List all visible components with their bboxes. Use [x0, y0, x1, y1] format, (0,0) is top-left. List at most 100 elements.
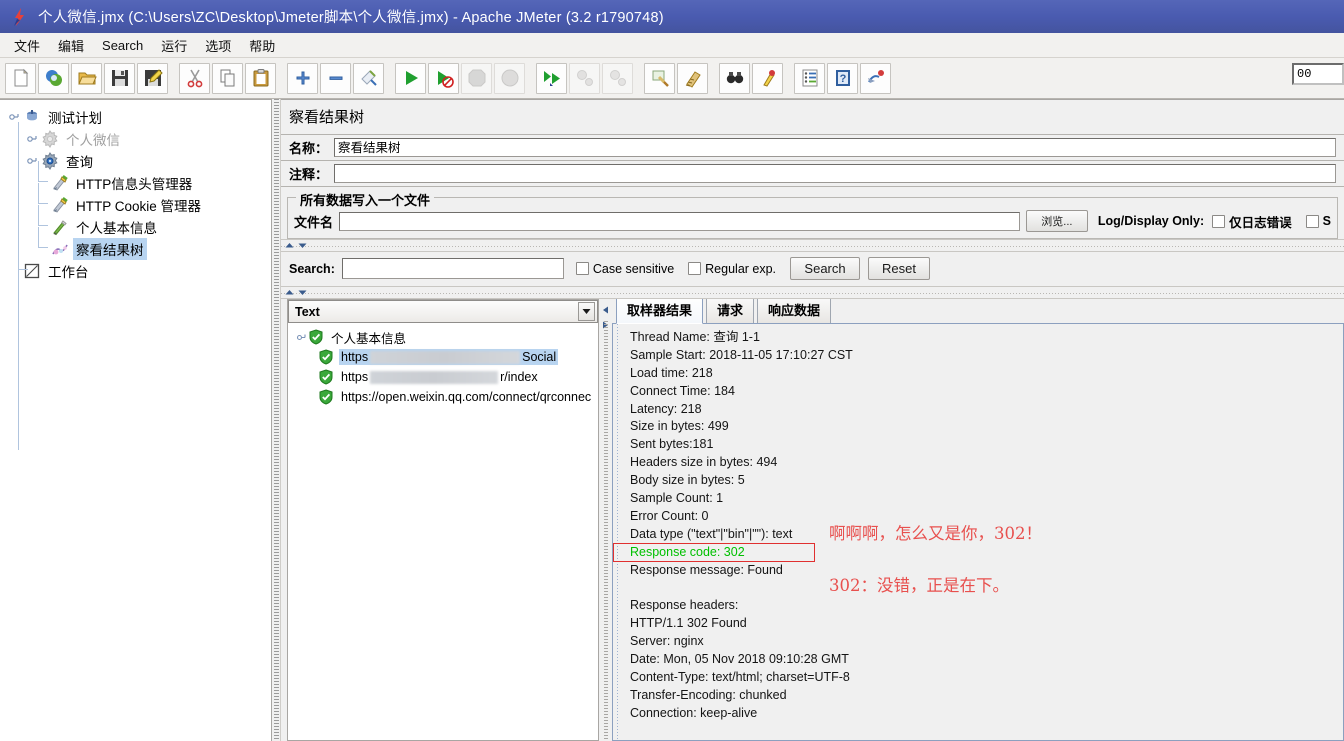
clear-all-icon[interactable]: [677, 62, 708, 94]
test-plan-tree-panel[interactable]: 测试计划 个人微信 查询 HTTP信息头管理器 HTTP Cookie 管理器 …: [0, 99, 272, 741]
result-node-label-suffix: r/index: [500, 370, 538, 384]
splitter-collapse-left-icon[interactable]: [601, 303, 610, 317]
error-counter-field[interactable]: 00: [1292, 63, 1344, 85]
tree-node-workbench[interactable]: 工作台: [6, 249, 271, 282]
browse-button[interactable]: 浏览...: [1025, 210, 1088, 232]
help-icon[interactable]: ?: [827, 62, 858, 94]
remote-start-all-icon[interactable]: [536, 62, 567, 94]
save-as-icon[interactable]: [137, 62, 168, 94]
search-input[interactable]: [341, 258, 564, 279]
search-reset-icon[interactable]: [752, 62, 783, 94]
errors-only-checkbox[interactable]: 仅日志错误: [1212, 212, 1292, 231]
collapse-toggle-row-1[interactable]: [281, 239, 1344, 252]
test-plan-icon: [22, 107, 42, 127]
menu-file[interactable]: 文件: [5, 33, 49, 58]
save-icon[interactable]: [104, 62, 135, 94]
sampler-line: Content-Type: text/html; charset=UTF-8: [630, 669, 850, 684]
regular-exp-checkbox[interactable]: Regular exp.: [688, 262, 776, 276]
menu-search[interactable]: Search: [93, 35, 152, 56]
menu-edit[interactable]: 编辑: [49, 33, 93, 58]
success-shield-icon: [318, 348, 335, 366]
expand-all-icon[interactable]: [287, 62, 318, 94]
start-no-pause-icon[interactable]: [428, 62, 459, 94]
remote-shutdown-all-icon[interactable]: [602, 62, 633, 94]
http-sampler-icon: [50, 217, 70, 237]
renderer-combobox[interactable]: Text: [288, 300, 598, 323]
chevron-up-icon[interactable]: [284, 286, 295, 300]
results-tree-list[interactable]: 个人基本信息 https Social https r/index https:…: [288, 323, 598, 740]
undo-icon[interactable]: [860, 62, 891, 94]
checkbox-box-icon[interactable]: [688, 262, 702, 275]
checkbox-box-icon[interactable]: [1212, 214, 1226, 228]
collapse-handle-icon[interactable]: [294, 332, 308, 343]
clear-icon[interactable]: [644, 62, 675, 94]
results-tree-pane[interactable]: Text 个人基本信息 https Social https r/index h…: [287, 299, 599, 741]
copy-icon[interactable]: [212, 62, 243, 94]
tree-label: 工作台: [48, 265, 89, 280]
tree-node-thread-group-disabled[interactable]: 个人微信: [6, 122, 271, 450]
start-icon[interactable]: [395, 62, 426, 94]
open-icon[interactable]: [71, 62, 102, 94]
collapse-all-icon[interactable]: [320, 62, 351, 94]
function-helper-icon[interactable]: [794, 62, 825, 94]
paste-icon[interactable]: [245, 62, 276, 94]
expand-handle-icon[interactable]: [6, 106, 22, 128]
tree-label: HTTP信息头管理器: [76, 177, 193, 192]
name-input[interactable]: 察看结果树: [334, 138, 1336, 157]
results-splitter[interactable]: [599, 299, 612, 741]
vertical-splitter[interactable]: [272, 99, 281, 741]
checkbox-box-icon[interactable]: [1305, 214, 1319, 228]
sampler-line: Server: nginx: [630, 634, 704, 649]
menu-help[interactable]: 帮助: [240, 33, 284, 58]
success-shield-icon: [318, 388, 335, 406]
chevron-down-icon[interactable]: [297, 286, 308, 300]
errors-only-label: 仅日志错误: [1229, 215, 1292, 230]
stop-icon[interactable]: [461, 62, 492, 94]
menu-run[interactable]: 运行: [152, 33, 196, 58]
filename-input[interactable]: [339, 211, 1020, 231]
comment-input[interactable]: [334, 164, 1336, 183]
tree-label: 察看结果树: [73, 238, 147, 260]
cut-icon[interactable]: [179, 62, 210, 94]
search-label: Search:: [289, 261, 335, 276]
reset-button[interactable]: Reset: [868, 257, 931, 280]
chevron-down-icon[interactable]: [297, 239, 308, 253]
menu-options[interactable]: 选项: [196, 33, 240, 58]
result-node-child-2[interactable]: https r/index: [288, 367, 598, 387]
case-sensitive-checkbox[interactable]: Case sensitive: [575, 262, 674, 276]
chevron-up-icon[interactable]: [284, 239, 295, 253]
result-node-root[interactable]: 个人基本信息: [288, 327, 598, 347]
result-node-label: 个人基本信息: [331, 331, 407, 346]
splitter-grip: [604, 321, 608, 741]
checkbox-box-icon[interactable]: [575, 262, 589, 275]
search-button[interactable]: Search: [790, 257, 861, 280]
successes-only-checkbox[interactable]: S: [1305, 214, 1331, 228]
tab-response-data[interactable]: 响应数据: [757, 299, 832, 323]
comment-field-row: 注释：: [281, 161, 1344, 186]
window-title: 个人微信.jmx (C:\Users\ZC\Desktop\Jmeter脚本\个…: [38, 10, 664, 26]
sampler-line: Body size in bytes: 5: [630, 473, 745, 488]
tab-sampler-result[interactable]: 取样器结果: [616, 299, 704, 324]
collapse-toggle-row-2[interactable]: [281, 286, 1344, 299]
toggle-icon[interactable]: [353, 62, 384, 94]
tree-node-view-results-tree[interactable]: 察看结果树: [6, 227, 271, 260]
expand-handle-icon[interactable]: [24, 128, 40, 150]
new-icon[interactable]: [5, 62, 36, 94]
templates-icon[interactable]: [38, 62, 69, 94]
shutdown-icon[interactable]: [494, 62, 525, 94]
success-shield-icon: [308, 328, 325, 346]
result-node-child-1[interactable]: https Social: [288, 347, 598, 367]
group-title: 所有数据写入一个文件: [296, 190, 435, 209]
view-results-tree-icon: [50, 239, 70, 259]
chevron-down-icon[interactable]: [578, 302, 595, 321]
remote-stop-all-icon[interactable]: [569, 62, 600, 94]
tab-request[interactable]: 请求: [706, 299, 755, 323]
search-icon[interactable]: [719, 62, 750, 94]
sampler-line: Sample Count: 1: [630, 491, 724, 506]
sampler-line: Response headers:: [630, 598, 739, 613]
tree-label: 测试计划: [48, 111, 102, 126]
tree-node-test-plan[interactable]: 测试计划: [6, 106, 271, 128]
result-node-child-3[interactable]: https://open.weixin.qq.com/connect/qrcon…: [288, 387, 598, 407]
sampler-line: Sent bytes:181: [630, 437, 714, 452]
detail-tabs: 取样器结果 请求 响应数据: [612, 299, 1344, 324]
